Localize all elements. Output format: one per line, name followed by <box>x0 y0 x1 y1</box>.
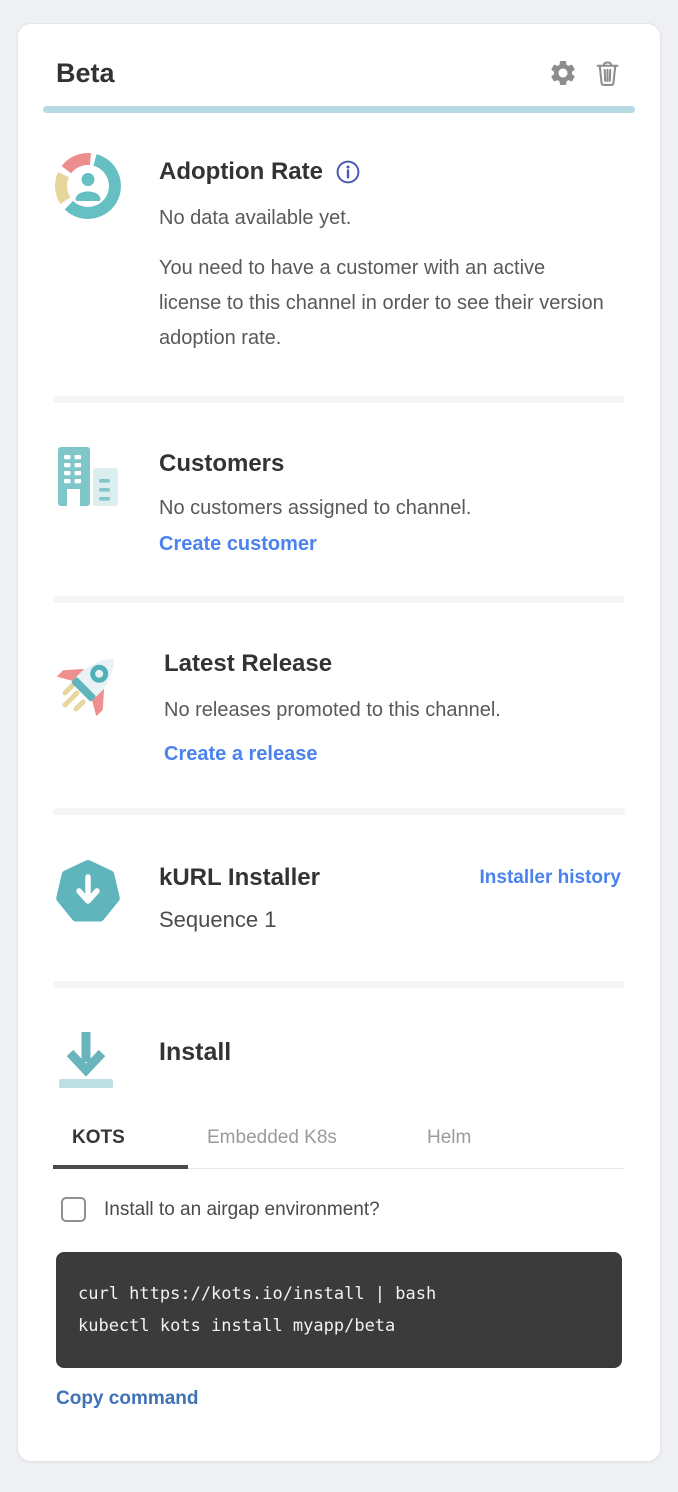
section-divider <box>53 396 625 403</box>
kurl-installer-icon <box>53 857 123 935</box>
install-command-block: curl https://kots.io/install | bash kube… <box>56 1252 622 1368</box>
tab-helm[interactable]: Helm <box>408 1127 568 1169</box>
latest-release-title: Latest Release <box>164 647 625 681</box>
section-divider <box>53 808 625 815</box>
kurl-installer-title: kURL Installer <box>159 861 480 895</box>
adoption-rate-title: Adoption Rate <box>159 155 323 189</box>
channel-title: Beta <box>56 58 548 89</box>
airgap-checkbox[interactable] <box>61 1197 86 1222</box>
card-header: Beta <box>41 56 637 90</box>
adoption-rate-status: No data available yet. <box>159 203 625 233</box>
kurl-installer-section: kURL Installer Sequence 1 Installer hist… <box>41 815 637 981</box>
customers-building-icon <box>53 443 123 556</box>
adoption-rate-description: You need to have a customer with an acti… <box>159 251 604 356</box>
airgap-label: Install to an airgap environment? <box>104 1199 380 1221</box>
customers-status: No customers assigned to channel. <box>159 493 625 523</box>
latest-release-status: No releases promoted to this channel. <box>164 695 625 725</box>
trash-icon[interactable] <box>592 58 622 88</box>
install-tabs: KOTS Embedded K8s Helm <box>53 1127 625 1169</box>
adoption-rate-icon <box>53 151 123 356</box>
kurl-sequence: Sequence 1 <box>159 905 480 935</box>
install-title: Install <box>159 1028 231 1099</box>
header-actions <box>548 58 622 88</box>
create-customer-link[interactable]: Create customer <box>159 533 317 556</box>
section-divider <box>53 981 625 988</box>
customers-section: Customers No customers assigned to chann… <box>41 403 637 596</box>
latest-release-section: Latest Release No releases promoted to t… <box>41 603 637 808</box>
section-divider <box>53 596 625 603</box>
airgap-option: Install to an airgap environment? <box>61 1197 625 1222</box>
command-line: curl https://kots.io/install | bash <box>78 1284 436 1304</box>
command-line: kubectl kots install myapp/beta <box>78 1316 395 1336</box>
adoption-rate-section: Adoption Rate No data available yet. You… <box>41 113 637 396</box>
customers-title: Customers <box>159 447 625 481</box>
info-icon[interactable] <box>335 159 361 185</box>
copy-command-link[interactable]: Copy command <box>56 1388 199 1410</box>
gear-icon[interactable] <box>548 58 578 88</box>
rocket-icon <box>53 643 128 766</box>
tab-kots[interactable]: KOTS <box>53 1127 188 1169</box>
channel-accent-bar <box>43 106 635 113</box>
download-icon <box>53 1028 119 1099</box>
channel-card: Beta <box>17 23 661 1462</box>
tab-embedded-k8s[interactable]: Embedded K8s <box>188 1127 408 1169</box>
installer-history-link[interactable]: Installer history <box>480 867 626 889</box>
install-section-header: Install <box>41 988 637 1099</box>
create-release-link[interactable]: Create a release <box>164 743 317 766</box>
